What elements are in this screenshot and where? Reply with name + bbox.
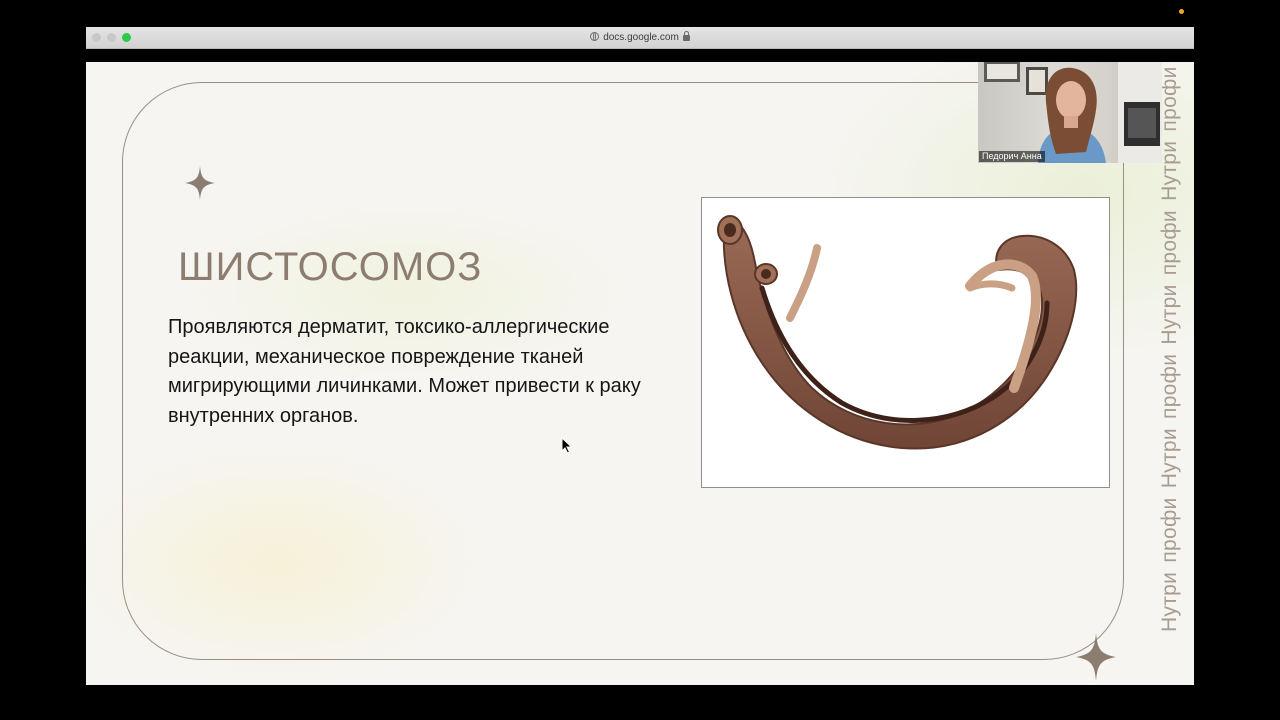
sparkle-icon <box>1076 633 1116 681</box>
mouse-cursor-icon <box>561 437 573 454</box>
browser-window: docs.google.com ШИСТОСОМОЗ Проявляются д… <box>86 27 1194 685</box>
globe-icon <box>590 32 600 41</box>
title-bar: docs.google.com <box>86 27 1194 49</box>
schistosome-illustration <box>701 197 1110 488</box>
presentation-slide: ШИСТОСОМОЗ Проявляются дерматит, токсико… <box>86 62 1194 685</box>
address-bar[interactable]: docs.google.com <box>86 31 1194 45</box>
schistosome-worm-image <box>717 215 1078 450</box>
lock-icon <box>682 31 690 41</box>
sparkle-icon <box>185 166 215 200</box>
webcam-tile: Педорич Анна <box>978 62 1162 163</box>
participant-name-label: Педорич Анна <box>979 151 1045 162</box>
recording-indicator-icon <box>1179 9 1184 14</box>
address-bar-url: docs.google.com <box>603 32 679 43</box>
slide-title: ШИСТОСОМОЗ <box>178 245 483 289</box>
participant-video <box>984 62 1162 163</box>
slide-body-text: Проявляются дерматит, токсико-аллергичес… <box>168 316 641 427</box>
